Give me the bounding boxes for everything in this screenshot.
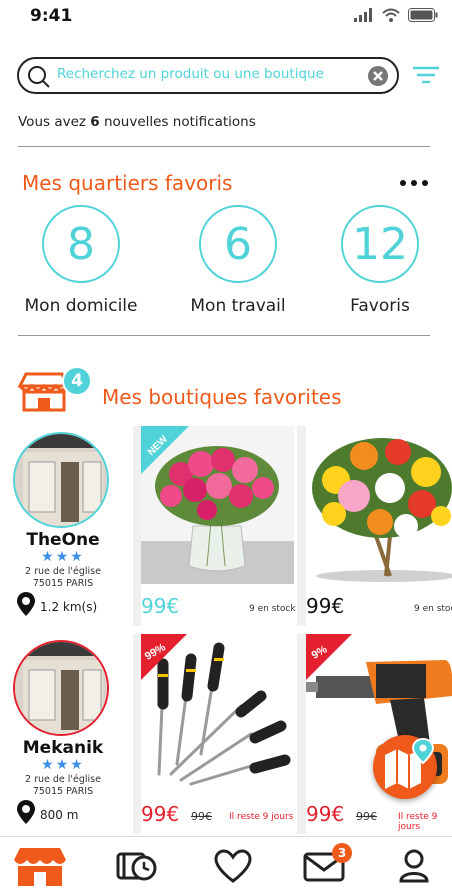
notifications-prefix: Vous avez	[18, 114, 86, 130]
product-card[interactable]: 99% 99€ 99€ Il reste 9 jours	[141, 634, 297, 834]
product-price: 99€	[306, 594, 345, 618]
storefront-photo	[15, 642, 107, 734]
clear-search-icon[interactable]	[367, 65, 389, 87]
search-icon	[28, 66, 50, 88]
shop-row: Mekanik ★★★ 2 rue de l'église 75015 PARI…	[0, 634, 452, 834]
shop-address-line2: 75015 PARIS	[32, 578, 94, 589]
product-remaining-time: Il reste 9 jours	[229, 812, 294, 822]
shop-address-line1: 2 rue de l'église	[25, 566, 101, 577]
product-old-price: 99€	[191, 810, 212, 823]
battery-icon	[408, 8, 438, 22]
bottom-nav: 3	[0, 836, 452, 895]
history-icon	[116, 852, 157, 881]
product-stock: 9 en stock	[249, 604, 296, 614]
discount-tag: 9%	[306, 634, 352, 680]
quartier-home[interactable]: 8 Mon domicile	[16, 205, 146, 316]
quartiers-title: Mes quartiers favoris	[22, 171, 233, 195]
mail-badge: 3	[332, 843, 352, 863]
product-image: 99%	[141, 634, 294, 792]
product-remaining-time: Il reste 9 jours	[398, 812, 438, 832]
shop-address-line1: 2 rue de l'église	[25, 774, 101, 785]
shop-distance: 1.2 km(s)	[40, 600, 98, 614]
shop-address-line2: 75015 PARIS	[32, 786, 94, 797]
search-box[interactable]	[17, 57, 399, 94]
favorite-shops-count-badge: 4	[62, 366, 92, 396]
divider	[18, 335, 430, 336]
quartier-label: Favoris	[350, 296, 410, 316]
shop-name: Mekanik	[22, 738, 104, 758]
nav-history[interactable]	[108, 843, 168, 889]
status-bar: 9:41	[0, 0, 452, 36]
location-pin-icon	[17, 592, 35, 616]
discount-tag: 99%	[141, 634, 187, 680]
new-tag: NEW	[141, 426, 189, 474]
shop-row: TheOne ★★★ 2 rue de l'église 75015 PARIS…	[0, 426, 452, 626]
shop-rating: ★★★	[41, 757, 85, 773]
product-image	[306, 426, 452, 584]
quartier-count: 6	[199, 205, 277, 283]
quartier-work[interactable]: 6 Mon travail	[173, 205, 303, 316]
shop-distance: 800 m	[40, 808, 79, 822]
shop-name: TheOne	[26, 530, 100, 550]
heart-icon	[214, 849, 252, 883]
notifications-suffix: nouvelles notifications	[103, 114, 256, 130]
search-input[interactable]	[57, 66, 362, 82]
filter-icon[interactable]	[413, 66, 439, 86]
storefront-icon	[14, 848, 66, 886]
map-icon	[385, 737, 435, 789]
shop-rating: ★★★	[41, 549, 85, 565]
shop-avatar	[13, 432, 109, 528]
product-card[interactable]: 99€ 9 en stock	[306, 426, 452, 626]
search-row	[17, 57, 442, 97]
user-icon	[399, 849, 429, 883]
shop-avatar	[13, 640, 109, 736]
notifications-count: 6	[90, 114, 100, 130]
nav-messages[interactable]: 3	[294, 843, 354, 889]
shop-card[interactable]: Mekanik ★★★ 2 rue de l'église 75015 PARI…	[0, 634, 133, 834]
shop-card[interactable]: TheOne ★★★ 2 rue de l'église 75015 PARIS…	[0, 426, 133, 626]
favorite-shops-header-icon: 4	[18, 366, 98, 412]
divider	[18, 146, 430, 147]
product-price: 99€	[141, 802, 180, 826]
quartier-label: Mon travail	[190, 296, 286, 316]
flower-bouquet-image	[306, 426, 452, 584]
product-image: NEW	[141, 426, 294, 584]
more-icon[interactable]	[400, 180, 428, 186]
wifi-icon	[382, 8, 400, 22]
product-price: 99€	[141, 594, 180, 618]
location-pin-icon	[17, 800, 35, 824]
status-icons	[354, 8, 438, 22]
storefront-photo	[15, 434, 107, 526]
quartier-count: 8	[42, 205, 120, 283]
quartier-count: 12	[341, 205, 419, 283]
notifications-text[interactable]: Vous avez 6 nouvelles notifications	[18, 114, 256, 130]
product-card[interactable]: 9% 99€ 99€ Il reste 9 jours	[306, 634, 452, 834]
map-button[interactable]	[373, 735, 437, 799]
product-price: 99€	[306, 802, 345, 826]
quartier-label: Mon domicile	[24, 296, 138, 316]
quartier-favorites[interactable]: 12 Favoris	[315, 205, 445, 316]
nav-favorites[interactable]	[203, 843, 263, 889]
nav-shops[interactable]	[10, 843, 70, 889]
nav-profile[interactable]	[384, 843, 444, 889]
product-stock: 9 en stock	[414, 604, 452, 614]
signal-icon	[354, 8, 372, 22]
product-card[interactable]: NEW 99€ 9 en stock	[141, 426, 297, 626]
boutiques-title: Mes boutiques favorites	[102, 385, 342, 409]
product-old-price: 99€	[356, 810, 377, 823]
status-time: 9:41	[30, 6, 73, 26]
